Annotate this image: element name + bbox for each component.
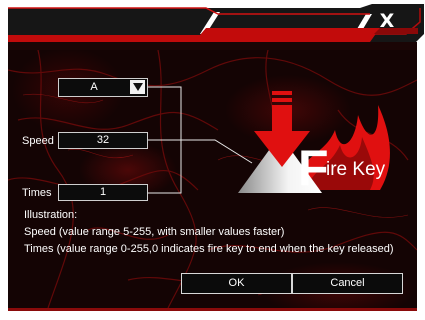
close-button[interactable]: X <box>372 10 402 32</box>
title-bar: X <box>0 0 425 50</box>
speed-label: Speed <box>22 135 54 147</box>
times-field[interactable]: 1 <box>58 184 148 201</box>
bottom-accent-line <box>8 308 417 311</box>
speed-field[interactable]: 32 <box>58 132 148 149</box>
ok-button[interactable]: OK <box>181 273 292 294</box>
times-label: Times <box>22 187 52 199</box>
cancel-button[interactable]: Cancel <box>292 273 403 294</box>
close-icon: X <box>379 10 395 32</box>
illustration-speed-text: Speed (value range 5-255, with smaller v… <box>24 226 285 238</box>
title-bar-graphic <box>8 4 424 50</box>
logo-big-letter: F <box>298 140 329 196</box>
logo-text: ire Key <box>326 159 386 180</box>
key-select[interactable]: A <box>58 78 148 97</box>
fire-key-logo: F ire Key <box>230 85 400 197</box>
key-select-value: A <box>90 81 98 93</box>
illustration-heading: Illustration: <box>24 209 78 221</box>
fire-key-dialog: X A Speed 32 Times 1 F ire Key Illustrat… <box>0 0 425 320</box>
chevron-down-icon[interactable] <box>130 80 145 94</box>
illustration-times-text: Times (value range 0-255,0 indicates fir… <box>24 243 394 255</box>
